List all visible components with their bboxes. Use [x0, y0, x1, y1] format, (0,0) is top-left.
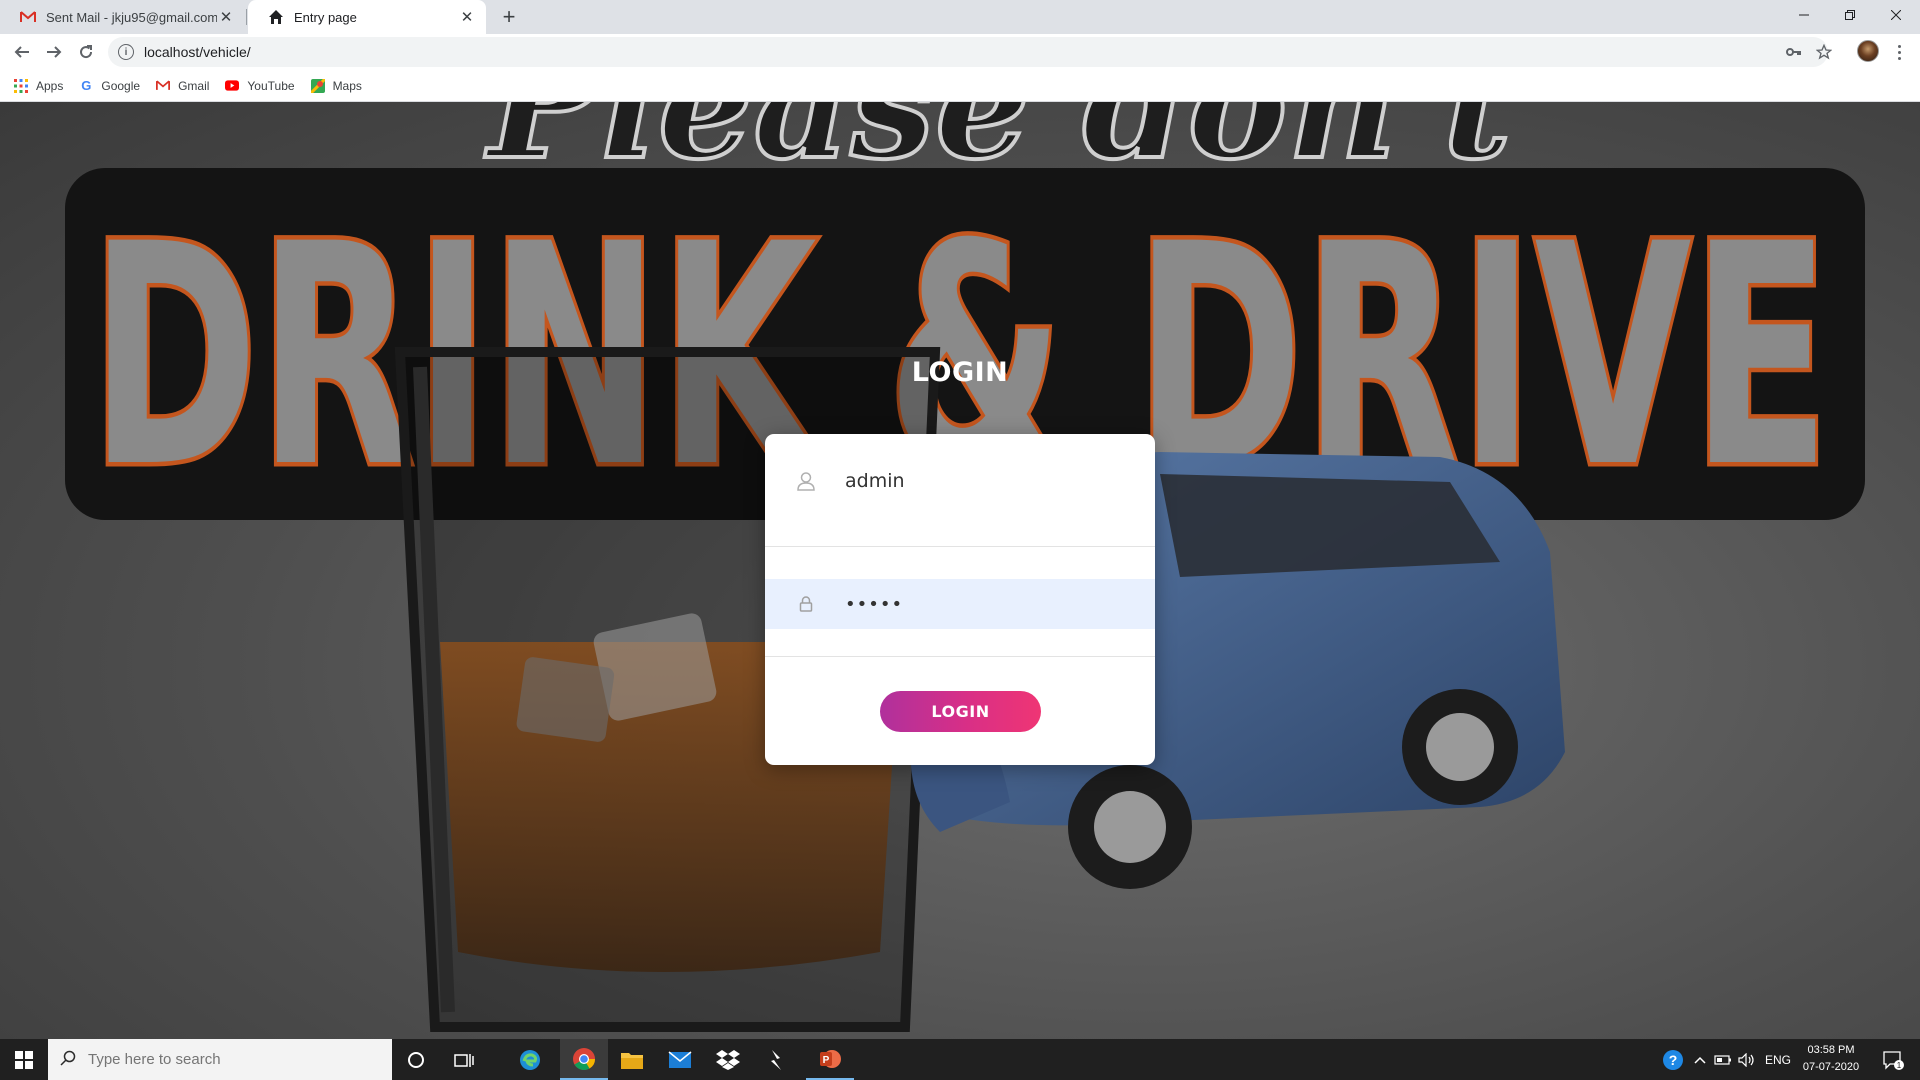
battery-icon[interactable]: [1712, 1039, 1734, 1080]
bookmark-youtube[interactable]: YouTube: [225, 78, 295, 93]
mail-icon[interactable]: [656, 1039, 704, 1080]
gmail-icon: [20, 9, 36, 25]
password-row: [765, 579, 1155, 629]
notification-count: 1: [1897, 1061, 1902, 1070]
close-window-button[interactable]: [1872, 0, 1920, 30]
dropbox-icon[interactable]: [704, 1039, 752, 1080]
user-icon: [795, 470, 817, 492]
bookmark-label: Google: [101, 78, 141, 93]
windows-taskbar: P ? ENG 03:58 PM 07-07-2020 1: [0, 1039, 1920, 1080]
star-icon[interactable]: [1814, 42, 1834, 62]
back-button[interactable]: [8, 38, 36, 66]
reload-button[interactable]: [72, 38, 100, 66]
powerpoint-icon[interactable]: P: [806, 1039, 854, 1080]
task-view-icon[interactable]: [440, 1039, 488, 1080]
bookmark-maps[interactable]: Maps: [310, 78, 362, 93]
file-explorer-icon[interactable]: [608, 1039, 656, 1080]
tab-entry-page[interactable]: Entry page ✕: [248, 0, 486, 34]
minimize-button[interactable]: [1780, 0, 1828, 30]
chrome-icon[interactable]: [560, 1039, 608, 1080]
search-icon: [60, 1050, 76, 1070]
bookmark-label: YouTube: [247, 78, 295, 93]
clock-time: 03:58 PM: [1807, 1044, 1855, 1056]
notifications-icon[interactable]: 1: [1876, 1039, 1910, 1080]
chevron-up-icon[interactable]: [1690, 1039, 1710, 1080]
gmail-icon: [156, 79, 171, 93]
info-icon[interactable]: i: [118, 44, 134, 60]
username-input[interactable]: [845, 470, 1135, 492]
cortana-icon[interactable]: [392, 1039, 440, 1080]
key-icon[interactable]: [1784, 42, 1804, 62]
bookmark-label: Maps: [332, 78, 362, 93]
youtube-icon: [225, 79, 240, 93]
apps-grid-icon: [14, 78, 28, 93]
svg-text:P: P: [823, 1055, 830, 1066]
bookmarks-bar: Apps G Google Gmail YouTube Maps: [0, 70, 1920, 102]
restore-button[interactable]: [1826, 0, 1874, 30]
app-lightning-icon[interactable]: [752, 1039, 800, 1080]
login-card: LOGIN: [765, 434, 1155, 765]
profile-avatar[interactable]: [1857, 40, 1879, 62]
taskbar-search-input[interactable]: [88, 1051, 368, 1068]
language-indicator[interactable]: ENG: [1762, 1039, 1794, 1080]
volume-icon[interactable]: [1736, 1039, 1758, 1080]
tab-gmail[interactable]: Sent Mail - jkju95@gmail.com - Gmail ✕: [0, 0, 245, 34]
help-icon[interactable]: ?: [1660, 1039, 1686, 1080]
forward-button[interactable]: [40, 38, 68, 66]
tab-strip: Sent Mail - jkju95@gmail.com - Gmail ✕ E…: [0, 0, 1920, 34]
edge-icon[interactable]: [506, 1039, 554, 1080]
address-bar[interactable]: i localhost/vehicle/: [108, 37, 1828, 67]
lock-icon: [795, 593, 817, 615]
password-input[interactable]: [845, 593, 1135, 615]
taskbar-search-box[interactable]: [48, 1039, 392, 1080]
maps-icon: [310, 78, 325, 93]
close-icon[interactable]: ✕: [217, 8, 235, 26]
bookmark-gmail[interactable]: Gmail: [156, 79, 209, 93]
tab-title: Sent Mail - jkju95@gmail.com - Gmail: [46, 9, 217, 25]
bookmark-label: Gmail: [178, 78, 210, 93]
windows-start-icon[interactable]: [0, 1039, 48, 1080]
tab-title: Entry page: [294, 9, 357, 25]
svg-text:?: ?: [1669, 1052, 1678, 1068]
login-button[interactable]: LOGIN: [880, 691, 1041, 732]
google-icon: G: [81, 78, 92, 93]
home-icon: [268, 9, 284, 25]
clock-date: 07-07-2020: [1802, 1061, 1860, 1073]
bookmark-label: Apps: [36, 78, 64, 93]
tab-separator: [246, 9, 247, 25]
login-heading: LOGIN: [911, 357, 1009, 388]
username-row: [765, 446, 1155, 516]
bookmark-apps[interactable]: Apps: [14, 78, 64, 93]
bookmark-google[interactable]: G Google: [79, 78, 141, 93]
new-tab-button[interactable]: +: [496, 4, 522, 29]
password-divider: [765, 656, 1155, 657]
close-icon[interactable]: ✕: [458, 8, 476, 26]
login-page: Please don't DRINK & DRIVE LOGIN admin •…: [0, 102, 1920, 1039]
system-clock[interactable]: 03:58 PM 07-07-2020: [1800, 1042, 1862, 1076]
url-text: localhost/vehicle/: [144, 44, 251, 60]
menu-icon[interactable]: [1892, 40, 1906, 64]
browser-toolbar: i localhost/vehicle/: [0, 34, 1920, 70]
username-divider: [765, 546, 1155, 547]
